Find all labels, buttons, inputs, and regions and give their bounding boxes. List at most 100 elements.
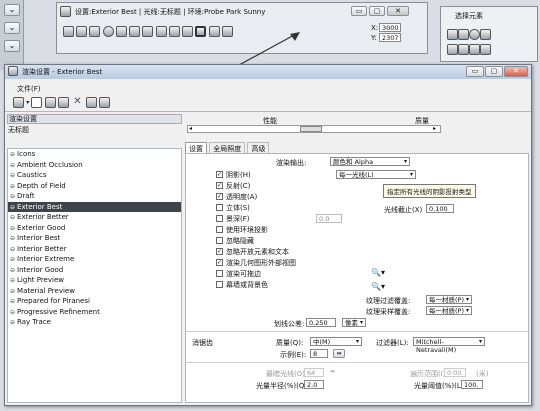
save-icon[interactable] <box>44 96 56 108</box>
cube-icon[interactable] <box>76 26 88 37</box>
expand-icon[interactable]: ⊖ <box>10 204 15 211</box>
samples-field[interactable]: 8 <box>310 349 328 358</box>
expand-icon[interactable]: ⊖ <box>10 277 15 284</box>
expand-icon[interactable]: ⊖ <box>10 298 15 305</box>
delete-icon[interactable]: ✕ <box>73 96 81 107</box>
range-field[interactable]: 0.00 <box>444 368 466 377</box>
add-icon[interactable] <box>447 44 458 55</box>
tree-item[interactable]: ⊖ Draft <box>8 191 181 202</box>
dialog-maximize-button[interactable]: ▢ <box>485 66 503 77</box>
dialog-close-button[interactable]: ✕ <box>504 66 528 77</box>
anti-alias-field[interactable]: 0.250 <box>306 318 336 327</box>
stereo-checkbox[interactable] <box>216 203 223 211</box>
chevron-down-icon[interactable]: ▾ <box>26 99 29 106</box>
move-icon[interactable] <box>458 44 469 55</box>
search-icon[interactable]: 🔍▾ <box>371 268 385 277</box>
quality-select[interactable]: 中(M) <box>310 337 362 346</box>
render-output-select[interactable]: 颜色和 Alpha <box>330 157 410 166</box>
expand-icon[interactable]: ⊖ <box>10 319 15 326</box>
max-light-field[interactable]: 64 <box>304 368 324 377</box>
slider-thumb[interactable] <box>300 126 322 132</box>
shadow-mode-select[interactable]: 每一光线(L) <box>336 170 416 179</box>
layers-icon[interactable] <box>115 26 127 37</box>
light-threshold-field[interactable]: 100. <box>461 380 483 389</box>
light-cutoff-field[interactable]: 0.100 <box>426 204 454 213</box>
reflect-checkbox[interactable]: ✓ <box>216 181 223 189</box>
view-icon[interactable] <box>63 26 74 37</box>
rect-icon[interactable] <box>458 29 469 40</box>
shadows-option[interactable]: ✓ 阴影(H) <box>216 170 251 180</box>
coord-x-field[interactable]: 3000 <box>379 23 401 32</box>
bump-checkbox[interactable] <box>216 225 223 233</box>
expand-icon[interactable]: ⊖ <box>10 256 15 263</box>
render-proxy-option[interactable]: ✓ 渲染几何图形外部视图 <box>216 258 296 268</box>
expand-icon[interactable]: ⊖ <box>10 246 15 253</box>
expand-icon[interactable]: ⊖ <box>10 235 15 242</box>
tree-item[interactable]: ⊖ Interior Best <box>8 233 181 244</box>
reflect-option[interactable]: ✓ 反射(C) <box>216 181 250 191</box>
lamp-icon[interactable] <box>182 26 194 37</box>
sphere-icon[interactable] <box>102 26 114 37</box>
tree-item[interactable]: ⊖ Light Preview <box>8 275 181 286</box>
light-radius-field[interactable]: 2.0 <box>304 380 324 389</box>
performance-quality-slider[interactable]: ◂ ▸ <box>187 125 441 133</box>
tree-item[interactable]: ⊖ Depth of Field <box>8 181 181 192</box>
expand-icon[interactable]: ⊖ <box>10 288 15 295</box>
texture-filter-select[interactable]: 每一材质(P) <box>426 295 472 304</box>
select-icon[interactable] <box>447 29 458 40</box>
tree-item[interactable]: ⊖ Progressive Refinement <box>8 307 181 318</box>
material-icon[interactable] <box>168 26 180 37</box>
search-icon[interactable]: 🔍▾ <box>371 282 385 291</box>
ignore-hidden-option[interactable]: 忽略隐藏 <box>216 236 254 246</box>
circle-icon[interactable] <box>469 29 480 40</box>
clip-checkbox[interactable] <box>216 269 223 277</box>
clip-option[interactable]: 渲染可拖边 <box>216 269 261 279</box>
tree-item-selected[interactable]: ⊖ Exterior Best <box>8 201 181 212</box>
fill-icon[interactable] <box>480 44 491 55</box>
expand-icon[interactable]: ⊖ <box>10 193 15 200</box>
print-icon[interactable] <box>89 26 101 37</box>
slider-left-arrow[interactable]: ◂ <box>189 125 192 132</box>
tree-item[interactable]: ⊖ Ambient Occlusion <box>8 160 181 171</box>
shadows-checkbox[interactable]: ✓ <box>216 170 223 178</box>
render-proxy-checkbox[interactable]: ✓ <box>216 258 223 266</box>
ignore-lights-option[interactable]: ✓ 忽略开放元素和文本 <box>216 247 289 257</box>
stereo-option[interactable]: 立体(S) <box>216 203 250 213</box>
fog-value-field[interactable]: 0.0 <box>316 214 342 223</box>
expand-icon[interactable]: ⊖ <box>10 267 15 274</box>
background-option[interactable]: 幕墙或背景色 <box>216 280 268 290</box>
chevron-down-icon[interactable]: ⌄ <box>4 40 20 52</box>
ignore-lights-checkbox[interactable]: ✓ <box>216 247 223 255</box>
pencil-icon[interactable] <box>129 26 141 37</box>
new-file-icon[interactable] <box>31 96 43 108</box>
coord-y-field[interactable]: 2307 <box>379 33 401 42</box>
tree-item[interactable]: ⊖ Interior Extreme <box>8 254 181 265</box>
expand-icon[interactable]: ⊖ <box>10 225 15 232</box>
tree-item[interactable]: ⊖ Ray Trace <box>8 317 181 328</box>
background-checkbox[interactable] <box>216 280 223 288</box>
maximize-button[interactable]: ▢ <box>369 6 385 16</box>
chevron-down-icon[interactable]: ⌄ <box>4 4 20 16</box>
tree-item[interactable]: ⊖ Exterior Better <box>8 212 181 223</box>
transparency-checkbox[interactable]: ✓ <box>216 192 223 200</box>
tree-item[interactable]: ⊖ Interior Good <box>8 265 181 276</box>
tree-item[interactable]: ⊖ Material Preview <box>8 286 181 297</box>
tree-item[interactable]: ⊖ Icons <box>8 149 181 160</box>
tree-item[interactable]: ⊖ Interior Better <box>8 244 181 255</box>
camera-icon[interactable] <box>142 26 154 37</box>
tree-item[interactable]: ⊖ Exterior Good <box>8 223 181 234</box>
export-icon[interactable] <box>99 96 111 108</box>
list-view-icon[interactable] <box>13 96 24 108</box>
selected-setting-name[interactable]: 无标题 <box>8 125 29 135</box>
expand-icon[interactable]: ⊖ <box>10 309 15 316</box>
bump-option[interactable]: 使用环境投影 <box>216 225 268 235</box>
fog-option[interactable]: 景深(F) <box>216 214 250 224</box>
draw-icon[interactable] <box>155 26 167 37</box>
line-icon[interactable] <box>480 29 491 40</box>
texture-sample-select[interactable]: 每一材质(P) <box>426 306 472 315</box>
fog-checkbox[interactable] <box>216 214 223 222</box>
expand-icon[interactable]: ⊖ <box>10 172 15 179</box>
ignore-hidden-checkbox[interactable] <box>216 236 223 244</box>
expand-icon[interactable]: ⊖ <box>10 214 15 221</box>
filter-select[interactable]: Mitchell-Netravali(M) <box>413 337 485 354</box>
